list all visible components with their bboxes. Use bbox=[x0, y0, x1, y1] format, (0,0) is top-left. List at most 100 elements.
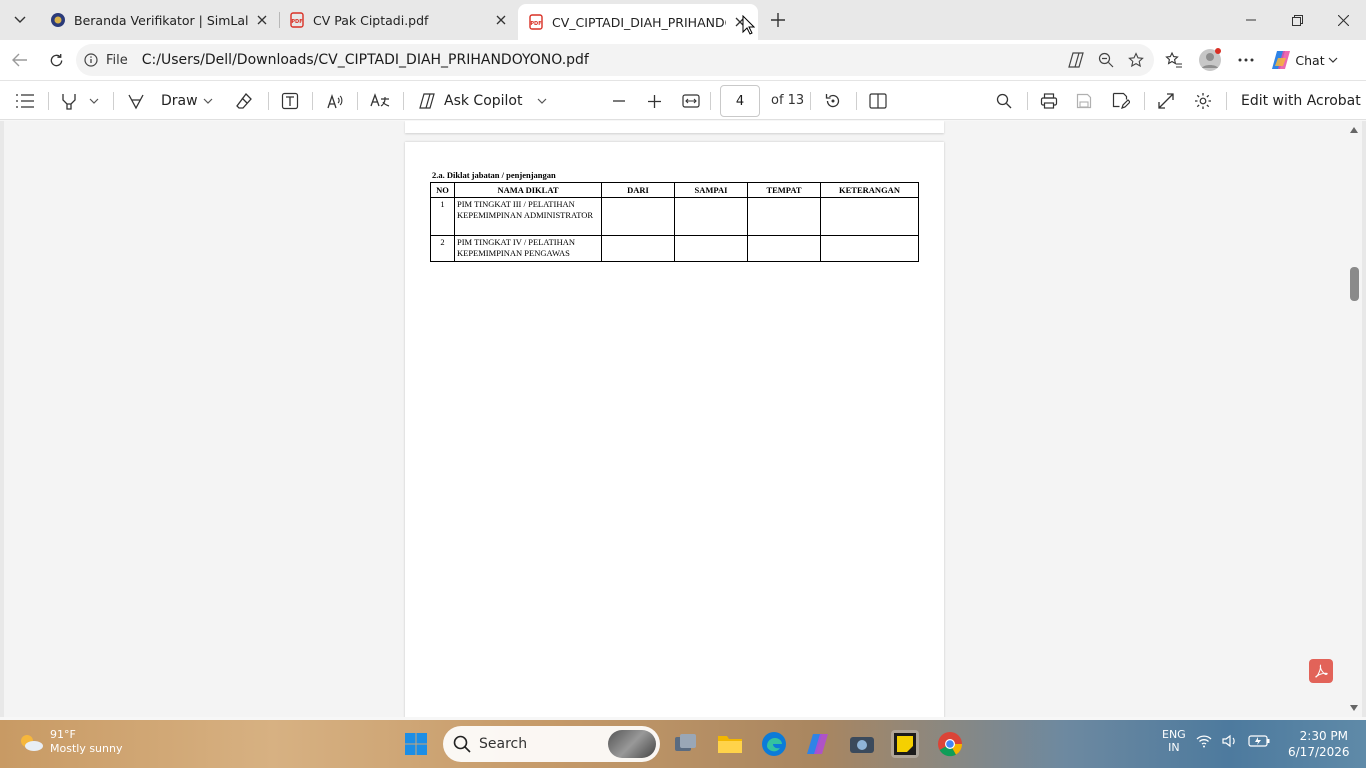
ask-copilot-button[interactable]: Ask Copilot bbox=[418, 89, 547, 113]
volume-icon[interactable] bbox=[1222, 734, 1238, 748]
taskbar-search-box[interactable]: Search bbox=[443, 726, 660, 762]
battery-charging-icon[interactable] bbox=[1248, 735, 1270, 747]
chat-label: Chat bbox=[1295, 52, 1325, 68]
copilot-chat-button[interactable]: Chat bbox=[1270, 48, 1338, 72]
draw-button[interactable]: Draw bbox=[127, 89, 198, 113]
page-view-button[interactable] bbox=[869, 89, 887, 113]
back-button[interactable] bbox=[8, 48, 32, 72]
favorites-button[interactable] bbox=[1162, 48, 1186, 72]
info-icon[interactable] bbox=[84, 53, 98, 67]
close-window-button[interactable] bbox=[1320, 6, 1366, 34]
zoom-out-button[interactable] bbox=[613, 89, 625, 113]
wifi-icon[interactable] bbox=[1196, 734, 1212, 748]
section-title: 2.a. Diklat jabatan / penjenjangan bbox=[432, 170, 556, 180]
edit-with-acrobat-button[interactable]: Edit with Acrobat bbox=[1241, 89, 1361, 113]
taskbar-sticky-notes[interactable] bbox=[891, 730, 919, 758]
favorite-button[interactable] bbox=[1124, 48, 1148, 72]
url-field[interactable]: File C:/Users/Dell/Downloads/CV_CIPTADI_… bbox=[76, 44, 1154, 76]
close-tab-button[interactable] bbox=[493, 12, 509, 28]
taskbar-chrome[interactable] bbox=[936, 730, 964, 758]
new-tab-button[interactable] bbox=[766, 8, 790, 32]
acrobat-floating-button[interactable] bbox=[1309, 659, 1333, 683]
table-cell bbox=[820, 235, 919, 262]
taskbar-camera[interactable] bbox=[848, 730, 876, 758]
triangle-down-icon bbox=[1350, 705, 1358, 711]
page-number-input[interactable]: 4 bbox=[720, 85, 760, 117]
copilot-icon bbox=[1272, 51, 1290, 69]
tab-cv-pak-ciptadi[interactable]: PDF CV Pak Ciptadi.pdf bbox=[279, 4, 519, 36]
table-cell bbox=[820, 197, 919, 236]
read-aloud-button[interactable] bbox=[326, 89, 344, 113]
fit-to-width-button[interactable] bbox=[682, 89, 700, 113]
column-header: TEMPAT bbox=[747, 182, 821, 198]
system-clock[interactable]: 2:30 PM 6/17/2026 bbox=[1288, 728, 1350, 760]
chevron-down-icon bbox=[203, 98, 213, 104]
rotate-button[interactable] bbox=[824, 89, 842, 113]
list-icon bbox=[16, 94, 34, 108]
weather-widget[interactable]: 91°F Mostly sunny bbox=[18, 728, 122, 756]
clock-date: 6/17/2026 bbox=[1288, 745, 1350, 759]
taskbar-task-view[interactable] bbox=[672, 730, 700, 758]
translate-button[interactable] bbox=[370, 89, 390, 113]
eraser-icon bbox=[236, 93, 252, 109]
table-cell: 2 bbox=[430, 235, 455, 262]
partly-sunny-icon bbox=[21, 735, 43, 751]
clock-time: 2:30 PM bbox=[1299, 729, 1348, 743]
erase-button[interactable] bbox=[235, 89, 253, 113]
tab-cv-ciptadi-diah[interactable]: PDF CV_CIPTADI_DIAH_PRIHANDOYONO.pdf bbox=[518, 4, 758, 40]
find-button[interactable] bbox=[996, 89, 1012, 113]
copilot-outline-icon bbox=[1068, 52, 1084, 68]
draw-options-dropdown[interactable] bbox=[203, 89, 213, 113]
weather-description: Mostly sunny bbox=[50, 742, 123, 755]
url-actions bbox=[1064, 48, 1148, 72]
refresh-button[interactable] bbox=[44, 48, 68, 72]
zoom-in-button[interactable] bbox=[648, 89, 661, 113]
scrollbar-thumb[interactable] bbox=[1350, 267, 1359, 301]
save-button[interactable] bbox=[1076, 89, 1092, 113]
mouse-cursor-icon bbox=[742, 15, 755, 35]
pdf-viewport[interactable]: 2.a. Diklat jabatan / penjenjangan NO NA… bbox=[4, 121, 1346, 717]
vertical-scrollbar[interactable] bbox=[1346, 121, 1362, 717]
table-cell: PIM TINGKAT III / PELATIHAN KEPEMIMPINAN… bbox=[454, 197, 602, 236]
tab-actions-menu[interactable] bbox=[6, 8, 34, 32]
close-tab-button[interactable] bbox=[254, 12, 270, 28]
scroll-up-button[interactable] bbox=[1349, 125, 1359, 135]
translate-icon bbox=[370, 93, 390, 107]
scroll-down-button[interactable] bbox=[1349, 703, 1359, 713]
url-text[interactable]: C:/Users/Dell/Downloads/CV_CIPTADI_DIAH_… bbox=[142, 52, 589, 68]
sticky-notes-icon bbox=[894, 733, 916, 755]
fullscreen-button[interactable] bbox=[1158, 89, 1174, 113]
camera-icon bbox=[850, 737, 874, 753]
minimize-window-button[interactable] bbox=[1228, 6, 1274, 34]
table-of-contents-button[interactable] bbox=[16, 89, 34, 113]
windows-start-icon[interactable] bbox=[404, 732, 428, 756]
diklat-table: NO NAMA DIKLAT DARI SAMPAI TEMPAT KETERA… bbox=[430, 182, 919, 262]
settings-more-button[interactable] bbox=[1234, 48, 1258, 72]
add-text-button[interactable] bbox=[281, 89, 299, 113]
taskbar-file-explorer[interactable] bbox=[716, 730, 744, 758]
window-frame-right bbox=[1362, 121, 1366, 717]
profile-button[interactable] bbox=[1198, 48, 1222, 72]
minimize-icon bbox=[1246, 19, 1256, 21]
column-header: DARI bbox=[601, 182, 675, 198]
print-button[interactable] bbox=[1040, 89, 1058, 113]
taskbar-copilot[interactable] bbox=[804, 730, 832, 758]
copilot-vision-button[interactable] bbox=[1064, 48, 1088, 72]
system-tray: ENG IN bbox=[1162, 728, 1270, 754]
tab-strip: Beranda Verifikator | SimLala PDF CV Pak… bbox=[0, 0, 1366, 40]
highlight-options-dropdown[interactable] bbox=[89, 89, 99, 113]
zoom-out-icon bbox=[1098, 52, 1114, 68]
tab-simlala[interactable]: Beranda Verifikator | SimLala bbox=[40, 4, 280, 36]
save-as-button[interactable] bbox=[1112, 89, 1130, 113]
restore-window-button[interactable] bbox=[1274, 6, 1320, 34]
highlight-button[interactable] bbox=[60, 89, 78, 113]
task-view-icon bbox=[675, 734, 696, 751]
close-icon bbox=[257, 15, 267, 25]
language-label: ENG bbox=[1162, 728, 1186, 741]
pdf-settings-button[interactable] bbox=[1194, 89, 1212, 113]
toolbar-separator bbox=[268, 92, 269, 110]
highlighter-icon bbox=[62, 94, 76, 110]
taskbar-edge[interactable] bbox=[760, 730, 788, 758]
input-language-indicator[interactable]: ENG IN bbox=[1162, 728, 1186, 754]
zoom-button[interactable] bbox=[1094, 48, 1118, 72]
